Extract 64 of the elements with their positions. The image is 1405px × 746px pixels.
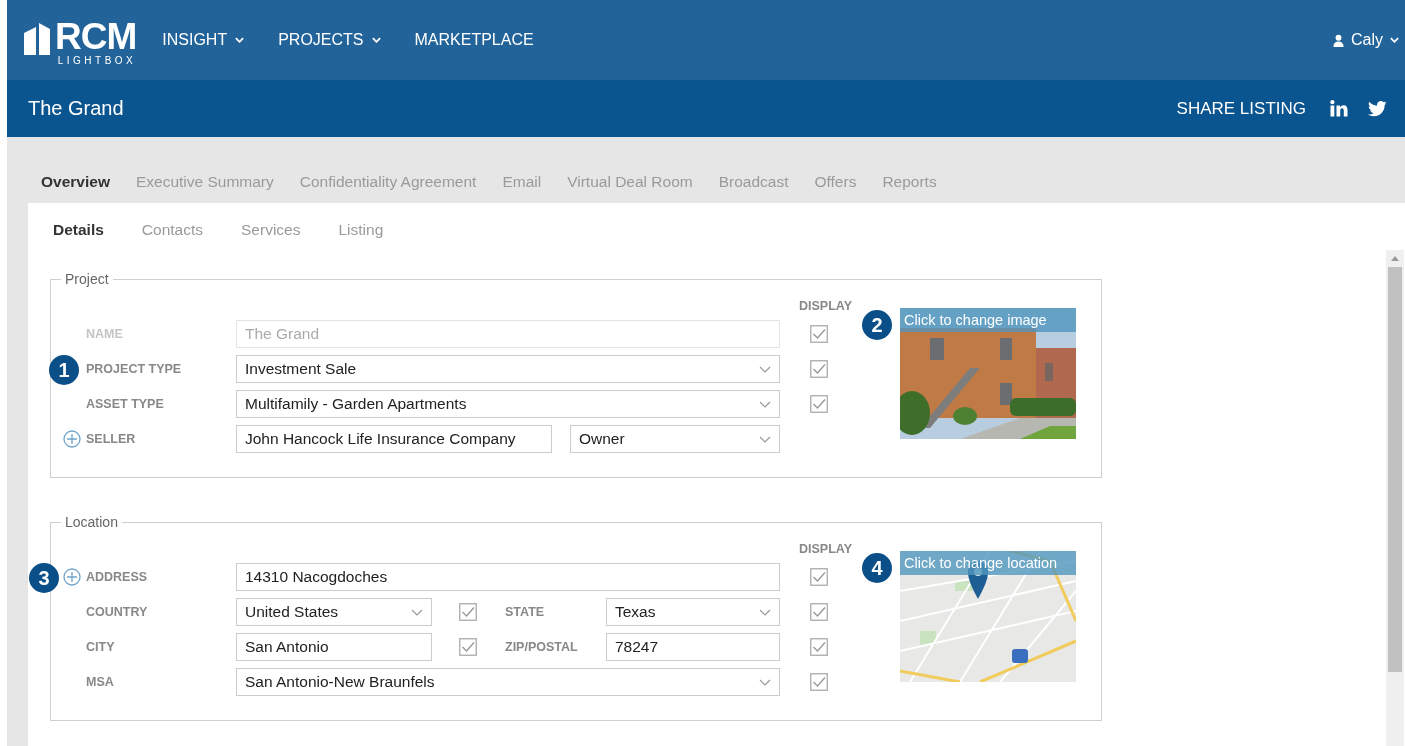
field-label: MSA [86, 675, 115, 689]
nav-link[interactable]: PROJECTS [278, 31, 381, 49]
tab[interactable]: Overview [41, 173, 110, 191]
field-label: ASSET TYPE [86, 397, 165, 411]
select-field[interactable]: Owner [570, 425, 780, 453]
checkbox[interactable] [459, 638, 477, 656]
nav-link[interactable]: MARKETPLACE [414, 31, 534, 49]
chevron-icon [759, 435, 771, 443]
field-label: CITY [86, 640, 116, 654]
chevron-icon [235, 37, 245, 43]
select-field[interactable]: Texas [606, 598, 780, 626]
scrollbar[interactable] [1386, 250, 1404, 746]
field-label: ZIP/POSTAL [504, 640, 578, 654]
field-label: NAME [86, 327, 124, 341]
building-icon [22, 21, 52, 57]
checkbox[interactable] [810, 395, 828, 413]
chevron-icon [759, 678, 771, 686]
checkbox[interactable] [810, 638, 828, 656]
field-label: STATE [504, 605, 545, 619]
text-field[interactable]: 78247 [606, 633, 780, 661]
chevron-icon [759, 400, 771, 408]
select-field[interactable]: Multifamily - Garden Apartments [236, 390, 780, 418]
chevron-icon [411, 608, 423, 616]
checkbox[interactable] [810, 603, 828, 621]
section-legend: Project [61, 271, 113, 287]
twitter-icon[interactable] [1368, 100, 1387, 117]
logo-subtitle: LIGHTBOX [57, 55, 137, 67]
chevron-icon [759, 608, 771, 616]
select-field[interactable]: United States [236, 598, 432, 626]
chevron-icon [371, 37, 381, 43]
text-field[interactable]: San Antonio [236, 633, 432, 661]
select-field[interactable]: Investment Sale [236, 355, 780, 383]
add-icon[interactable] [63, 568, 81, 586]
scroll-up-icon[interactable] [1391, 256, 1399, 261]
scroll-thumb[interactable] [1388, 267, 1402, 672]
step-badge: 1 [49, 355, 79, 385]
page-title: The Grand [28, 97, 124, 120]
field-label: SELLER [86, 432, 137, 446]
section-legend: Location [61, 514, 122, 530]
checkbox[interactable] [459, 603, 477, 621]
checkbox[interactable] [810, 673, 828, 691]
add-icon[interactable] [63, 430, 81, 448]
subtab[interactable]: Details [53, 221, 104, 239]
column-header: DISPLAY [798, 542, 852, 556]
checkbox[interactable] [810, 568, 828, 586]
field-label: PROJECT TYPE [86, 362, 183, 376]
nav-link[interactable]: INSIGHT [162, 31, 245, 49]
text-field[interactable]: 14310 Nacogdoches [236, 563, 780, 591]
share-link[interactable]: SHARE LISTING [1176, 98, 1306, 119]
linkedin-icon[interactable] [1330, 100, 1348, 117]
field-label: ADDRESS [86, 570, 149, 584]
logo-wordmark: RCM [55, 19, 137, 55]
text-field[interactable]: John Hancock Life Insurance Company [236, 425, 552, 453]
user-menu[interactable]: Caly [1333, 31, 1399, 49]
select-field[interactable]: San Antonio-New Braunfels [236, 668, 780, 696]
step-badge: 4 [862, 553, 892, 583]
field-label: COUNTRY [86, 605, 149, 619]
checkbox[interactable] [810, 360, 828, 378]
step-badge: 3 [29, 563, 59, 593]
step-badge: 2 [862, 310, 892, 340]
column-header: DISPLAY [798, 299, 852, 313]
chevron-icon [1390, 37, 1399, 43]
chevron-icon [759, 365, 771, 373]
user-icon [1333, 33, 1344, 47]
